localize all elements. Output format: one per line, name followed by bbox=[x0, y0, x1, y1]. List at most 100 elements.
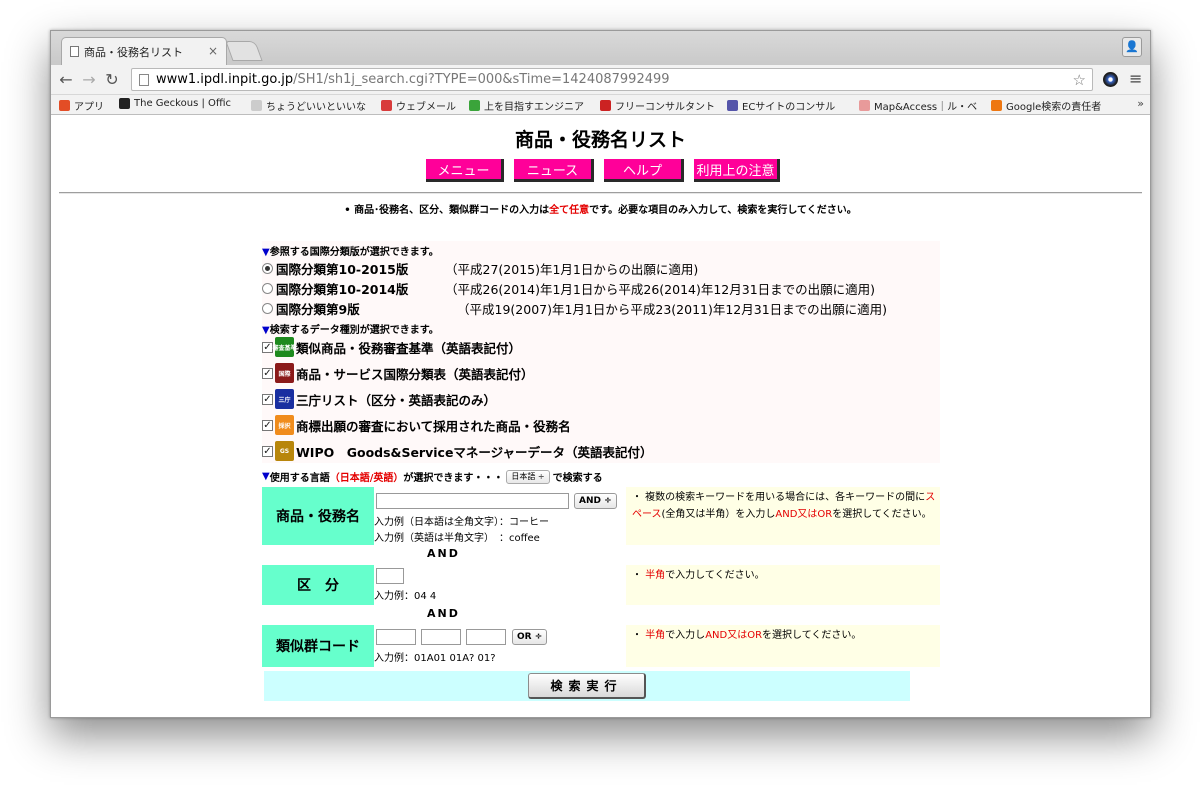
radio-button[interactable] bbox=[262, 263, 273, 274]
bookmark-label: フリーコンサルタント bbox=[615, 102, 715, 113]
goods-info-end: を選択してください。 bbox=[832, 509, 932, 520]
extension-icon[interactable] bbox=[1103, 72, 1118, 87]
page-title: 商品・役務名リスト bbox=[514, 129, 686, 151]
menu-button[interactable]: メニュー bbox=[426, 159, 504, 182]
url-path: /SH1/sh1j_search.cgi?TYPE=000&sTime=1424… bbox=[293, 72, 670, 87]
tab-title: 商品・役務名リスト bbox=[84, 45, 183, 59]
bookmark-item[interactable]: The Geckous | Offic bbox=[119, 98, 231, 109]
goods-input[interactable] bbox=[376, 493, 569, 509]
checkbox[interactable]: ✓ bbox=[262, 445, 273, 457]
address-bar[interactable]: www1.ipdl.inpit.go.jp/SH1/sh1j_search.cg… bbox=[131, 68, 1093, 91]
class-input[interactable] bbox=[376, 568, 404, 584]
check-examination-standards[interactable]: ✓ 審査基準 類似商品・役務審査基準（英語表記付） bbox=[262, 337, 521, 357]
checkbox[interactable]: ✓ bbox=[262, 393, 273, 405]
usage-notes-button[interactable]: 利用上の注意 bbox=[694, 159, 780, 182]
page-icon bbox=[139, 74, 149, 86]
checkbox[interactable]: ✓ bbox=[262, 367, 273, 379]
wipo-gs-icon: GS bbox=[275, 441, 294, 461]
similar-info-halfwidth: 半角 bbox=[645, 630, 666, 641]
close-icon[interactable]: × bbox=[208, 44, 218, 58]
similar-group-example: 入力例：01A01 01A? 01? bbox=[374, 653, 496, 664]
bookmark-icon bbox=[991, 100, 1002, 111]
note-text: 商品･役務名、区分、類似群コードの入力は bbox=[354, 205, 550, 216]
classification-heading: ▼参照する国際分類版が選択できます。 bbox=[262, 243, 439, 258]
note-emphasis: 全て任意 bbox=[549, 205, 590, 216]
classification-heading-text: 参照する国際分類版が選択できます。 bbox=[269, 247, 439, 258]
radio-classification-9[interactable]: 国際分類第9版 bbox=[262, 299, 360, 318]
bookmark-item[interactable]: ECサイトのコンサル bbox=[727, 98, 835, 113]
radio-classification-10-2015[interactable]: 国際分類第10-2015版 bbox=[262, 259, 408, 278]
similar-group-operator-select[interactable]: OR ÷ bbox=[512, 629, 548, 645]
bookmark-icon bbox=[859, 100, 870, 111]
triangle-icon: ▼ bbox=[262, 325, 270, 336]
bookmark-item[interactable]: フリーコンサルタント bbox=[600, 98, 715, 113]
similar-group-info: ・ 半角で入力しAND又はORを選択してください。 bbox=[626, 625, 940, 667]
bookmark-item[interactable]: 上を目指すエンジニア bbox=[469, 98, 584, 113]
help-button[interactable]: ヘルプ bbox=[604, 159, 684, 182]
language-select[interactable]: 日本語 ÷ bbox=[506, 469, 550, 484]
radio-button[interactable] bbox=[262, 283, 273, 294]
star-icon[interactable]: ☆ bbox=[1073, 71, 1086, 89]
goods-input-cell: AND ÷ 入力例（日本語は全角文字）：コーヒー 入力例（英語は半角文字） ：c… bbox=[374, 487, 626, 545]
checkbox[interactable]: ✓ bbox=[262, 419, 273, 431]
bookmarks-overflow-icon[interactable]: » bbox=[1137, 97, 1144, 110]
triangle-icon: ▼ bbox=[262, 471, 270, 482]
bookmark-label: ちょうどいいといいな bbox=[266, 102, 366, 113]
class-info-halfwidth: 半角 bbox=[645, 570, 666, 581]
reload-icon[interactable]: ↻ bbox=[103, 70, 121, 89]
similar-info-andor: AND又はOR bbox=[705, 630, 763, 641]
bookmark-label: The Geckous | Offic bbox=[134, 98, 232, 109]
browser-tab[interactable]: 商品・役務名リスト × bbox=[61, 37, 227, 65]
similar-group-input-2[interactable] bbox=[421, 629, 461, 645]
checkbox[interactable]: ✓ bbox=[262, 341, 273, 353]
divider bbox=[59, 192, 1142, 194]
goods-example-en: 入力例（英語は半角文字） ：coffee bbox=[374, 533, 540, 544]
goods-info-mid: (全角又は半角）を入力し bbox=[661, 509, 776, 520]
bookmark-item[interactable]: Google検索の責任者 bbox=[991, 98, 1101, 113]
url-host: www1.ipdl.inpit.go.jp bbox=[156, 72, 294, 87]
bookmark-label: 上を目指すエンジニア bbox=[484, 102, 584, 113]
radio-button[interactable] bbox=[262, 303, 273, 314]
goods-operator-select[interactable]: AND ÷ bbox=[574, 493, 617, 509]
bookmark-label: ウェブメール bbox=[396, 102, 456, 113]
page-content: 商品・役務名リスト メニュー ニュース ヘルプ 利用上の注意 • 商品･役務名、… bbox=[51, 115, 1150, 717]
check-adopted-names[interactable]: ✓ 採択 商標出願の審査において採用された商品・役務名 bbox=[262, 415, 571, 435]
browser-toolbar: ← → ↻ www1.ipdl.inpit.go.jp/SH1/sh1j_sea… bbox=[51, 65, 1150, 95]
forward-arrow-icon[interactable]: → bbox=[80, 70, 98, 89]
bookmark-icon bbox=[600, 100, 611, 111]
new-tab-button[interactable] bbox=[225, 41, 263, 61]
bullet: • bbox=[344, 205, 355, 216]
bookmark-label: Google検索の責任者 bbox=[1006, 102, 1102, 113]
menu-icon[interactable]: ≡ bbox=[1129, 69, 1142, 88]
goods-info: ・ 複数の検索キーワードを用いる場合には、各キーワードの間にスペース(全角又は半… bbox=[626, 487, 940, 545]
bookmark-item[interactable]: ちょうどいいといいな bbox=[251, 98, 366, 113]
bookmark-label: アプリ bbox=[74, 102, 104, 113]
and-label: AND bbox=[427, 607, 460, 620]
input-note: • 商品･役務名、区分、類似群コードの入力は全て任意です。必要な項目のみ入力して… bbox=[51, 201, 1150, 216]
bookmark-label: Map&Access｜ル・ベ bbox=[874, 102, 978, 113]
goods-example-ja: 入力例（日本語は全角文字）：コーヒー bbox=[374, 517, 549, 528]
bookmark-icon bbox=[251, 100, 262, 111]
language-heading: 使用する言語 bbox=[269, 473, 330, 484]
checkbox-label: 三庁リスト（区分・英語表記のみ） bbox=[296, 392, 497, 408]
menu-buttons: メニュー ニュース ヘルプ 利用上の注意 bbox=[426, 159, 780, 182]
news-button[interactable]: ニュース bbox=[514, 159, 594, 182]
similar-group-input-1[interactable] bbox=[376, 629, 416, 645]
datatype-heading: ▼検索するデータ種別が選択できます。 bbox=[262, 321, 439, 336]
back-arrow-icon[interactable]: ← bbox=[57, 70, 75, 89]
trilateral-list-icon: 三庁 bbox=[275, 389, 294, 409]
profile-icon[interactable]: 👤 bbox=[1122, 37, 1142, 57]
bookmark-item[interactable]: ウェブメール bbox=[381, 98, 456, 113]
examination-standards-icon: 審査基準 bbox=[273, 337, 297, 357]
radio-classification-10-2014[interactable]: 国際分類第10-2014版 bbox=[262, 279, 408, 298]
check-wipo-data[interactable]: ✓ GS WIPO Goods&Serviceマネージャーデータ（英語表記付） bbox=[262, 441, 653, 461]
check-trilateral-list[interactable]: ✓ 三庁 三庁リスト（区分・英語表記のみ） bbox=[262, 389, 496, 409]
check-international-classification[interactable]: ✓ 国際 商品・サービス国際分類表（英語表記付） bbox=[262, 363, 534, 383]
radio-note: （平成19(2007)年1月1日から平成23(2011)年12月31日までの出願… bbox=[457, 302, 888, 317]
radio-label: 国際分類第10-2014版 bbox=[276, 282, 409, 297]
checkbox-label: 商標出願の審査において採用された商品・役務名 bbox=[296, 418, 571, 434]
search-submit-button[interactable]: 検索実行 bbox=[528, 673, 646, 699]
similar-group-input-3[interactable] bbox=[466, 629, 506, 645]
bookmark-item[interactable]: アプリ bbox=[59, 98, 104, 113]
bookmark-item[interactable]: Map&Access｜ル・ベ bbox=[859, 98, 977, 113]
